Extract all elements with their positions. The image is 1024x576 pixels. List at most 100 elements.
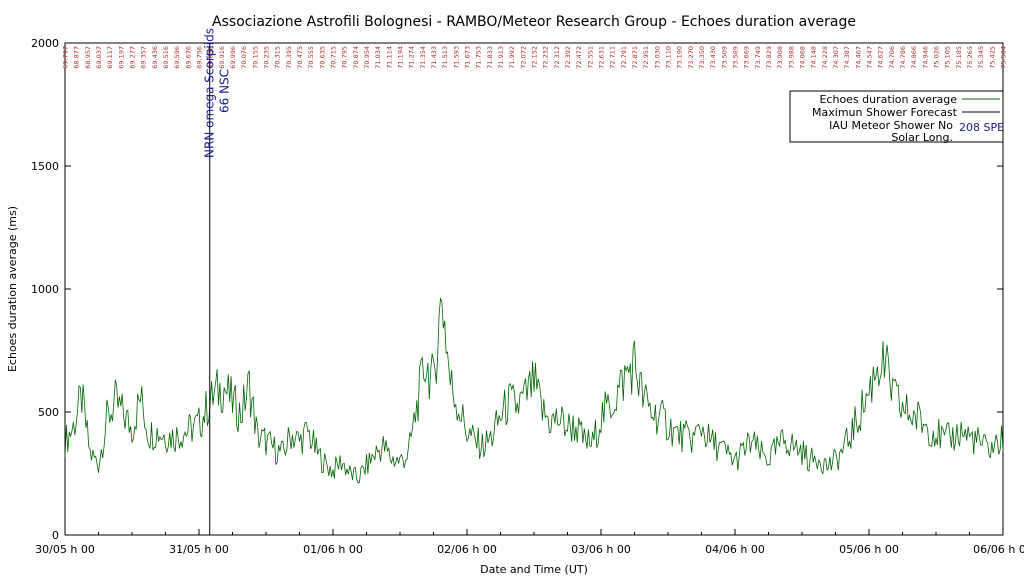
solar-longitude-label: 74.068 [799,46,807,69]
solar-longitude-label: 69.916 [218,46,226,69]
solar-longitude-label: 71.753 [475,46,483,69]
y-axis-title: Echoes duration average (ms) [6,206,19,372]
solar-longitude-label: 73.270 [687,46,695,69]
solar-longitude-label: 72.232 [542,46,550,69]
y-tick-label: 1000 [31,283,59,296]
solar-longitude-label: 74.627 [877,46,885,69]
x-tick-label: 02/06 h 00 [437,543,497,556]
solar-longitude-label: 71.513 [441,46,449,69]
y-tick-label: 2000 [31,37,59,50]
x-tick-label: 04/06 h 00 [705,543,765,556]
solar-longitude-label: 72.551 [586,46,594,69]
solar-longitude-label: 70.395 [285,46,293,69]
solar-longitude-label: 71.274 [408,46,416,69]
solar-longitude-label: 75.185 [955,46,963,69]
solar-longitude-label: 75.105 [944,46,952,69]
solar-longitude-label: 74.786 [899,46,907,69]
solar-longitude-label: 74.946 [921,46,929,69]
solar-longitude-label: 70.874 [352,46,360,69]
solar-longitude-label: 72.711 [609,46,617,69]
solar-longitude-label: 73.669 [743,46,751,69]
solar-longitude-label: 73.430 [709,46,717,69]
x-tick-label: 01/06 h 00 [303,543,363,556]
x-tick-label: 30/05 h 00 [35,543,95,556]
solar-longitude-label: 69.797 [62,46,70,69]
solar-longitude-label: 71.034 [374,46,382,69]
solar-longitude-label: 72.951 [642,46,650,69]
solar-longitude-label: 69.516 [162,46,170,69]
solar-longitude-label: 70.795 [341,46,349,69]
solar-longitude-label: 72.312 [553,46,561,69]
legend-entry-solar: Solar Long. [891,131,953,144]
legend-entry-echoes: Echoes duration average [819,93,957,106]
chart-title: Associazione Astrofili Bolognesi - RAMBO… [212,14,856,30]
x-tick-label: 06/06 h 00 [973,543,1024,556]
solar-longitude-label: 69.596 [173,46,181,69]
solar-longitude-label: 73.110 [665,46,673,69]
solar-longitude-label: 74.467 [854,46,862,69]
solar-longitude-label: 70.715 [330,46,338,69]
solar-longitude-label: 75.026 [933,46,941,69]
solar-longitude-label: 73.350 [698,46,706,69]
solar-longitude-label: 73.589 [732,46,740,69]
solar-longitude-label: 68.957 [84,46,92,69]
solar-longitude-label: 74.866 [910,46,918,69]
solar-longitude-label: 71.673 [464,46,472,69]
x-tick-label: 31/05 h 00 [169,543,229,556]
solar-longitude-label: 69.676 [184,46,192,69]
solar-longitude-label: 70.475 [296,46,304,69]
x-tick-label: 05/06 h 00 [839,543,899,556]
solar-longitude-label: 75.345 [977,46,985,69]
solar-longitude-label: 72.871 [631,46,639,69]
series-group [64,298,1004,484]
solar-longitude-label: 71.354 [419,46,427,69]
solar-longitude-label: 71.992 [508,46,516,69]
solar-longitude-label: 69.996 [229,46,237,69]
x-axis-title: Date and Time (UT) [480,563,588,576]
solar-longitude-label: 69.037 [95,46,103,69]
solar-longitude-label: 71.913 [497,46,505,69]
x-tick-label: 03/06 h 00 [571,543,631,556]
solar-longitude-label: 69.117 [106,46,114,69]
solar-longitude-label: 75.265 [966,46,974,69]
solar-longitude-label: 73.749 [754,46,762,69]
solar-longitude-label: 74.228 [821,46,829,69]
solar-longitude-label: 70.315 [274,46,282,69]
solar-longitude-label: 75.425 [988,46,996,69]
solar-longitude-label: 69.436 [151,46,159,69]
solar-longitude-label: 73.908 [776,46,784,69]
y-tick-label: 0 [52,529,59,542]
solar-longitude-label: 73.190 [676,46,684,69]
solar-longitude-label: 70.155 [251,46,259,69]
solar-longitude-label: 72.392 [564,46,572,69]
solar-longitude-label: 70.635 [318,46,326,69]
solar-longitude-label: 69.197 [117,46,125,69]
solar-longitude-label: 72.072 [519,46,527,69]
solar-longitude-label: 74.387 [843,46,851,69]
solar-longitude-label: 70.555 [307,46,315,69]
solar-longitude-label: 68.877 [73,46,81,69]
solar-longitude-label: 69.277 [129,46,137,69]
series-line-echoes-duration-average [64,298,1004,484]
solar-longitude-label: 71.194 [397,46,405,69]
solar-longitude-label: 75.504 [1000,46,1008,69]
legend-entry-spe: 208 SPE [959,121,1004,134]
solar-longitude-label: 74.307 [832,46,840,69]
solar-longitude-label: 73.829 [765,46,773,69]
solar-longitude-label: 74.148 [810,46,818,69]
solar-longitude-label: 74.547 [866,46,874,69]
solar-longitude-label: 72.791 [620,46,628,69]
y-tick-label: 1500 [31,160,59,173]
solar-longitude-label: 70.235 [263,46,271,69]
solar-longitude-label: 69.357 [140,46,148,69]
legend-entry-forecast: Maximun Shower Forecast [812,106,958,119]
x-axis: 30/05 h 00 31/05 h 00 01/06 h 00 02/06 h 00… [35,529,1024,556]
solar-longitude-label: 71.433 [430,46,438,69]
shower-label-name: NRN omega Scorpiids [203,28,217,158]
solar-longitude-label: 73.988 [787,46,795,69]
solar-longitude-label: 71.593 [452,46,460,69]
solar-longitude-label: 74.706 [888,46,896,69]
solar-longitude-label: 72.472 [575,46,583,69]
solar-longitude-label: 71.114 [385,46,393,69]
solar-longitude-label: 70.954 [363,46,371,69]
